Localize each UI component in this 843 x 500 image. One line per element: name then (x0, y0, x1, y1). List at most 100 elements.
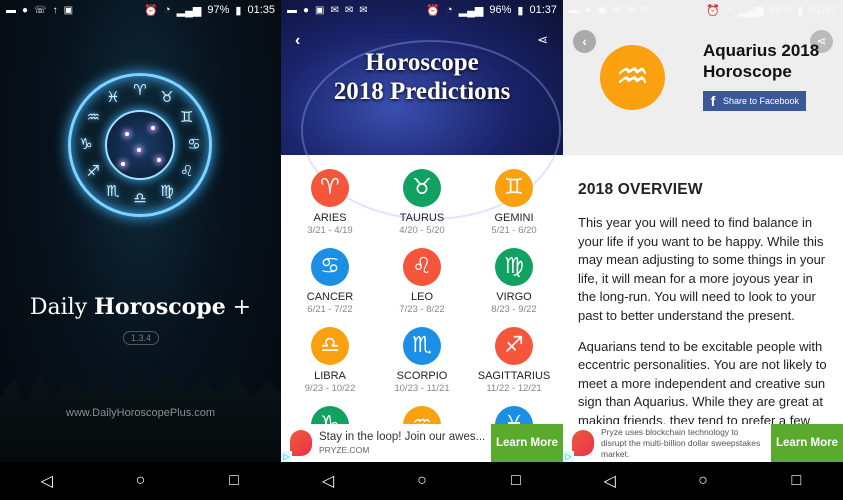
paragraph: This year you will need to find balance … (578, 215, 826, 323)
title-line1: Horoscope (365, 49, 479, 76)
sign-item[interactable]: ♍︎ VIRGO 8/23 - 9/22 (468, 248, 560, 319)
home-nav-icon[interactable]: ○ (683, 472, 723, 490)
battery-level: 96% (769, 4, 792, 16)
sign-item[interactable]: ♌︎ LEO 7/23 - 8/22 (376, 248, 468, 319)
sign-name: TAURUS (399, 212, 445, 224)
ad-source: PRYZE.COM (319, 445, 370, 455)
back-nav-icon[interactable]: ◁ (308, 471, 348, 491)
sign-dates: 6/21 - 7/22 (307, 304, 353, 315)
home-nav-icon[interactable]: ○ (402, 472, 442, 490)
sign-item[interactable]: ♐︎ SAGITTARIUS 11/22 - 12/21 (468, 327, 560, 398)
sign-dates: 10/23 - 11/21 (394, 383, 450, 394)
back-button[interactable]: ‹ (295, 32, 300, 50)
sign-name: SCORPIO (396, 370, 448, 382)
clock: 01:37 (809, 4, 837, 16)
sign-item[interactable]: ♊︎ GEMINI 5/21 - 6/20 (468, 169, 560, 240)
zodiac-wheel-logo: ♈︎ ♉︎ ♊︎ ♋︎ ♌︎ ♍︎ ♎︎ ♏︎ ♐︎ ♑︎ ♒︎ ♓︎ (68, 73, 212, 217)
sign-icon: ♉︎ (403, 169, 441, 207)
back-nav-icon[interactable]: ◁ (590, 471, 630, 491)
battery-level: 96% (489, 4, 512, 16)
zodiac-symbol-icon: ♉︎ (160, 89, 174, 107)
app-title: Daily Horoscope + (0, 294, 281, 320)
facebook-icon: f (710, 93, 716, 109)
sign-dates: 11/22 - 12/21 (486, 383, 542, 394)
learn-more-button[interactable]: Learn More (491, 424, 563, 462)
clock: 01:37 (529, 4, 557, 16)
sign-item[interactable]: ♋︎ CANCER 6/21 - 7/22 (284, 248, 376, 319)
recents-nav-icon[interactable]: □ (214, 472, 254, 490)
ad-banner[interactable]: Pryze uses blockchain technology to disr… (563, 424, 843, 462)
sign-icon: ♋︎ (311, 248, 349, 286)
sign-name: VIRGO (496, 291, 532, 303)
sign-dates: 4/20 - 5/20 (399, 225, 445, 236)
zodiac-symbol-icon: ♐︎ (86, 163, 100, 180)
aquarius-screen: ▬ ● ▣ ✉ ✉ ✉ ⏰ ◔ ▂▄▆ 96% ▮ 01:37 ‹ ⋖ ♒︎ Aquarius 20… (563, 0, 843, 500)
zodiac-symbol-icon: ♏︎ (106, 182, 120, 200)
page-title: Aquarius 2018 Horoscope (703, 41, 820, 81)
sign-name: LIBRA (314, 370, 346, 382)
sign-name: ARIES (313, 212, 347, 224)
sign-item[interactable]: ♈︎ ARIES 3/21 - 4/19 (284, 169, 376, 240)
header-banner: Horoscope 2018 Predictions ‹ ⋖ (281, 0, 563, 220)
title-line2: 2018 Predictions (333, 78, 511, 105)
title-part: Daily (29, 295, 95, 320)
battery-level: 97% (207, 4, 230, 16)
zodiac-symbol-icon: ♈︎ (133, 82, 147, 99)
constellation-icon (105, 110, 175, 180)
back-button[interactable]: ‹ (573, 30, 596, 53)
back-nav-icon[interactable]: ◁ (27, 471, 67, 491)
sign-icon: ♎︎ (311, 327, 349, 365)
header-title: Horoscope 2018 Predictions (281, 48, 563, 106)
sign-dates: 5/21 - 6/20 (491, 225, 537, 236)
zodiac-symbol-icon: ♑︎ (79, 136, 93, 153)
sign-name: SAGITTARIUS (477, 370, 551, 382)
sign-dates: 7/23 - 8/22 (399, 304, 445, 315)
sign-name: LEO (410, 291, 433, 303)
version-badge: 1.3.4 (123, 331, 159, 345)
sign-icon: ♊︎ (495, 169, 533, 207)
sign-icon: ♌︎ (403, 248, 441, 286)
sign-icon: ♐︎ (495, 327, 533, 365)
sign-dates: 9/23 - 10/22 (304, 383, 356, 394)
adchoices-icon[interactable]: ▷ (281, 451, 292, 462)
pryze-logo (290, 430, 312, 456)
title-bold: Horoscope (94, 294, 226, 320)
splash-screen: ▬ ● ☏ ↑ ▣ ⏰ ◔ ▂▄▆ 97% ▮ 01:35 ♈︎ ♉︎ ♊︎ ♋︎ ♌︎ ♍︎ ♎︎ ♏︎ ♐︎ ♑… (0, 0, 281, 500)
sign-header: ▬ ● ▣ ✉ ✉ ✉ ⏰ ◔ ▂▄▆ 96% ▮ 01:37 ‹ ⋖ ♒︎ Aquarius 20… (563, 0, 843, 155)
sign-item[interactable]: ♉︎ TAURUS 4/20 - 5/20 (376, 169, 468, 240)
nav-bar: ◁ ○ □ (0, 462, 281, 500)
zodiac-symbol-icon: ♓︎ (106, 89, 120, 107)
zodiac-symbol-icon: ♒︎ (86, 109, 100, 126)
sign-icon: ♈︎ (311, 169, 349, 207)
ad-headline: Stay in the loop! Join our awes... (319, 431, 486, 443)
recents-nav-icon[interactable]: □ (496, 472, 536, 490)
sign-name: GEMINI (494, 212, 534, 224)
learn-more-button[interactable]: Learn More (771, 424, 843, 462)
ad-text: Pryze uses blockchain technology to disr… (601, 426, 761, 459)
aquarius-icon: ♒︎ (600, 45, 665, 110)
recents-nav-icon[interactable]: □ (776, 472, 816, 490)
pryze-logo (572, 430, 594, 456)
sign-icon: ♍︎ (495, 248, 533, 286)
share-facebook-button[interactable]: f Share to Facebook (703, 91, 806, 111)
share-icon[interactable]: ⋖ (537, 32, 548, 48)
zodiac-symbol-icon: ♍︎ (160, 182, 174, 200)
sign-dates: 3/21 - 4/19 (307, 225, 353, 236)
battery-icon: ▮ (235, 4, 242, 17)
status-bar: ▬ ● ☏ ↑ ▣ ⏰ ◔ ▂▄▆ 97% ▮ 01:35 (0, 0, 281, 20)
nav-bar: ◁ ○ □ (281, 462, 563, 500)
sign-dates: 8/23 - 9/22 (491, 304, 537, 315)
home-nav-icon[interactable]: ○ (120, 472, 160, 490)
wifi-icon: ◔ (164, 4, 171, 16)
zodiac-symbol-icon: ♌︎ (180, 163, 194, 180)
sign-name: CANCER (306, 291, 354, 303)
nav-bar: ◁ ○ □ (563, 462, 843, 500)
section-title: 2018 OVERVIEW (578, 181, 703, 198)
share-facebook-label: Share to Facebook (723, 96, 800, 106)
ad-banner[interactable]: Stay in the loop! Join our awes... PRYZE.… (281, 424, 563, 462)
sign-item[interactable]: ♏︎ SCORPIO 10/23 - 11/21 (376, 327, 468, 398)
sign-item[interactable]: ♎︎ LIBRA 9/23 - 10/22 (284, 327, 376, 398)
sign-icon: ♏︎ (403, 327, 441, 365)
alarm-icon: ⏰ (144, 4, 158, 17)
adchoices-icon[interactable]: ▷ (563, 451, 574, 462)
